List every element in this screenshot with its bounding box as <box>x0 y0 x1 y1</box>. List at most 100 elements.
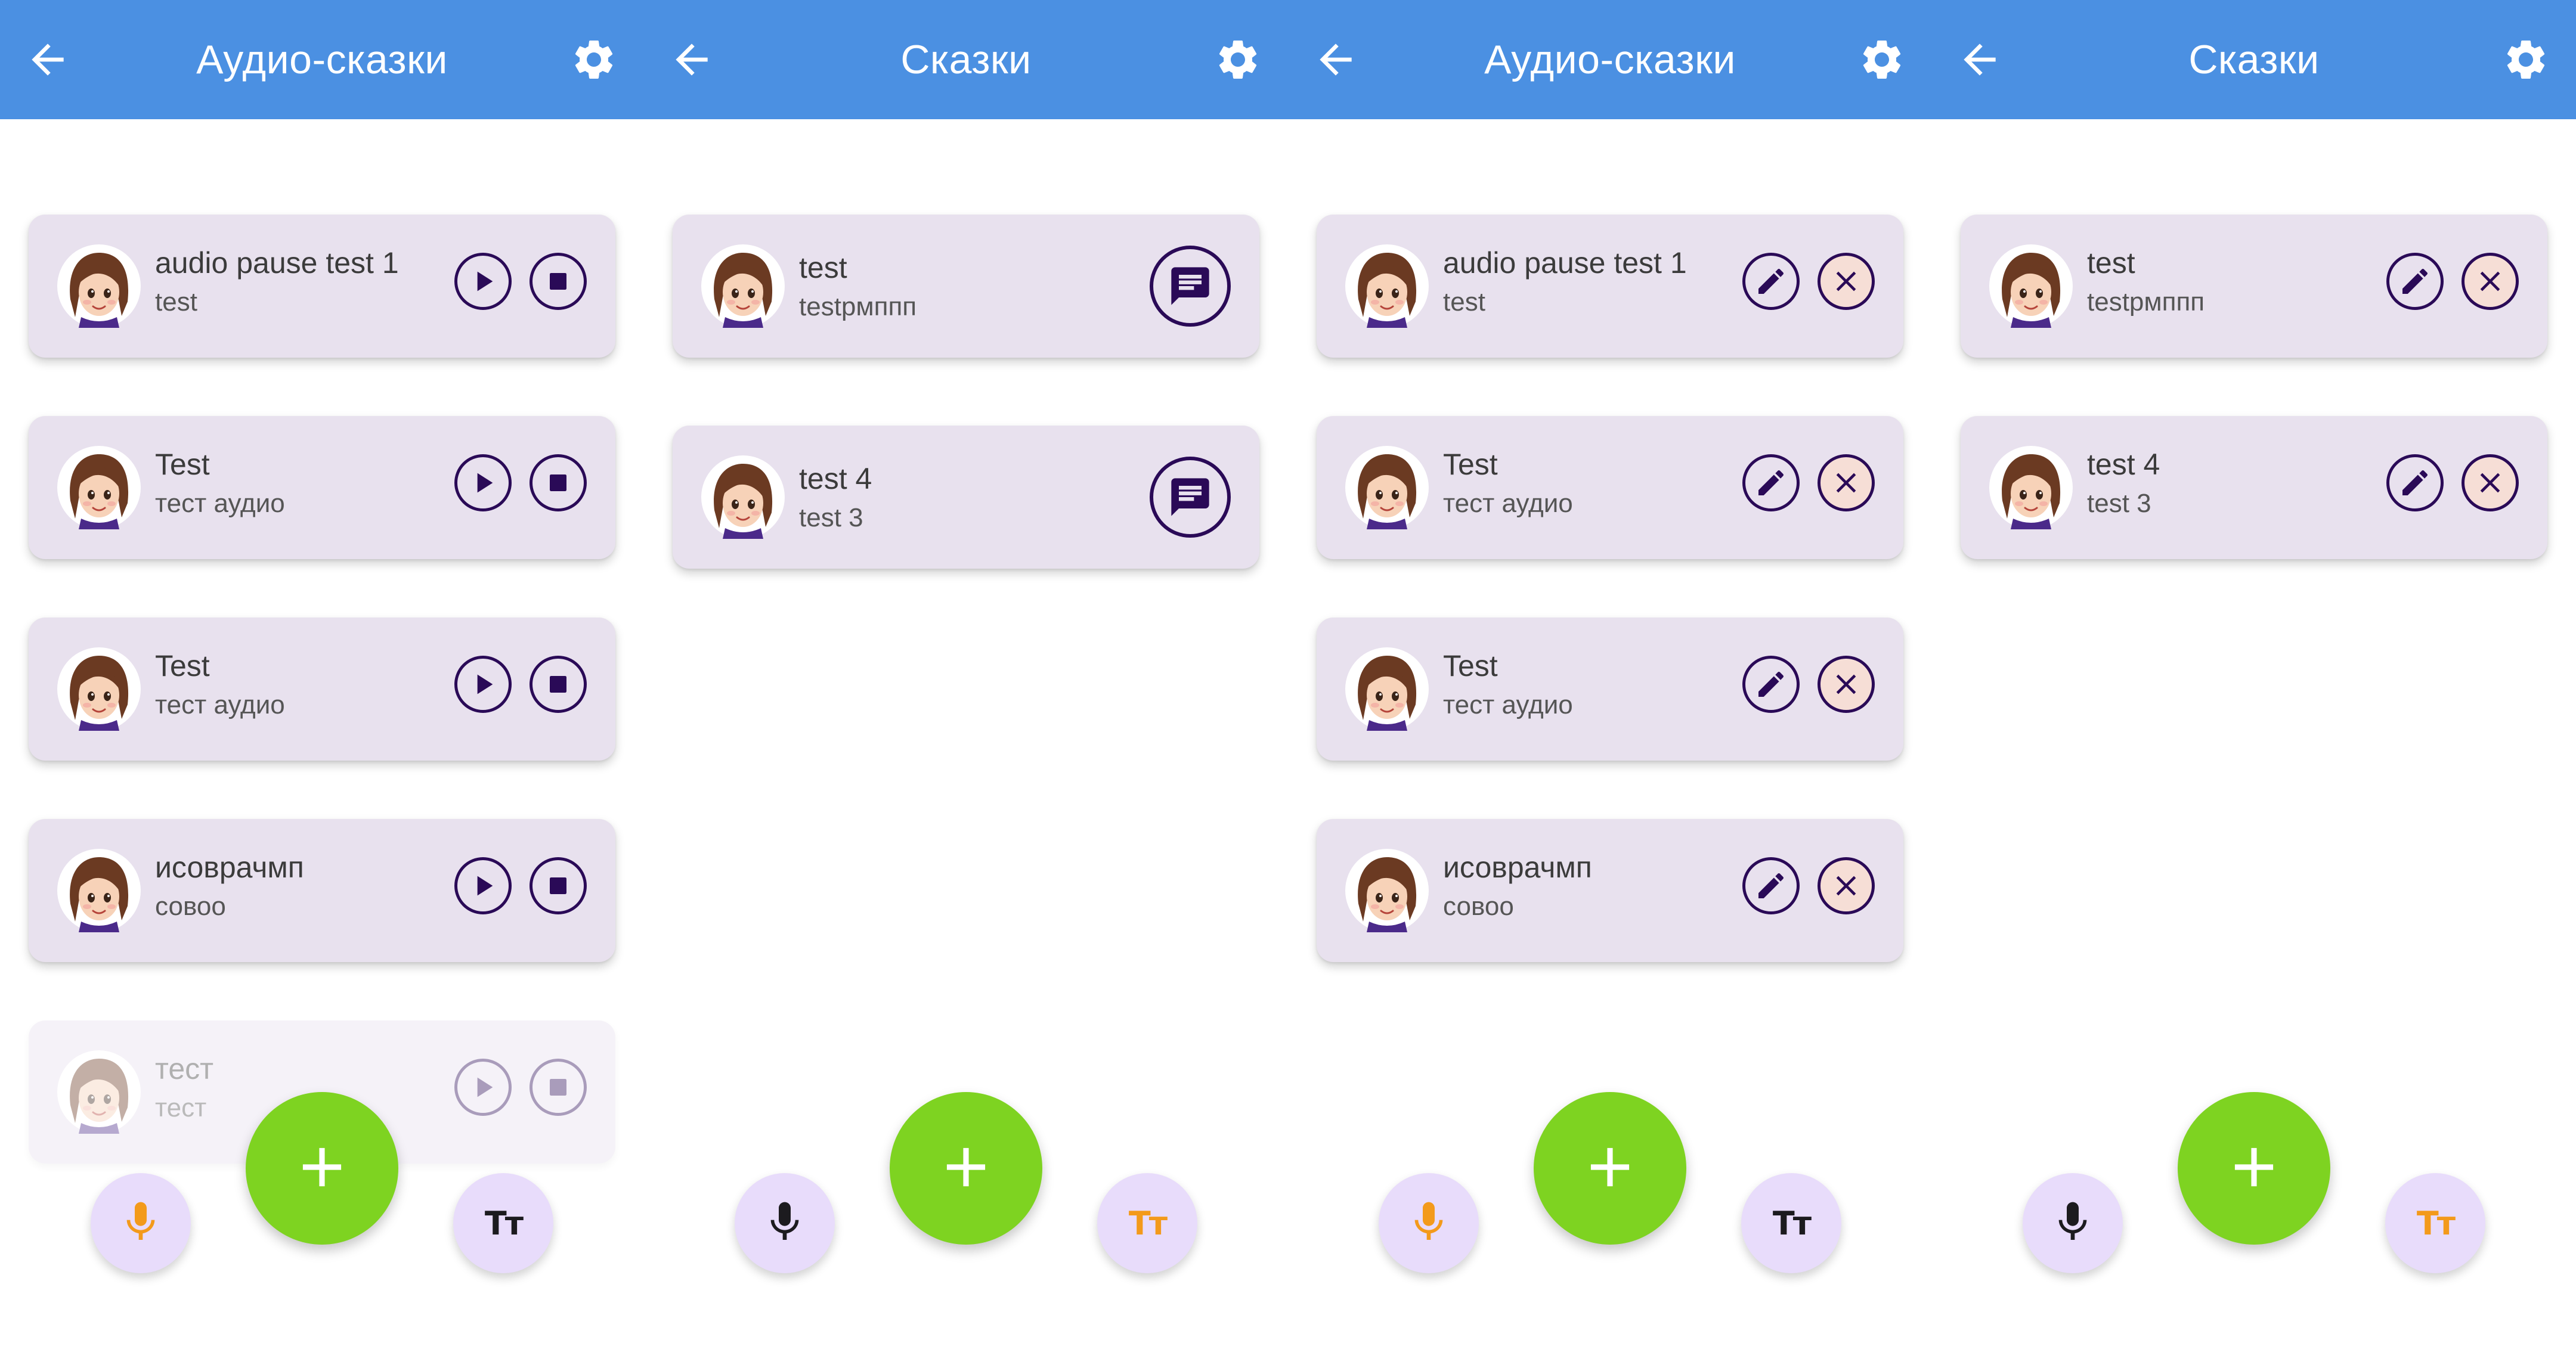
delete-button[interactable] <box>1818 454 1875 511</box>
edit-button[interactable] <box>2386 253 2444 310</box>
back-button[interactable] <box>1956 36 2004 83</box>
record-audio-button[interactable] <box>735 1173 835 1273</box>
edit-button[interactable] <box>2386 454 2444 511</box>
list-item[interactable]: исоврачмп совоо <box>1317 819 1903 962</box>
stop-button[interactable] <box>530 454 587 511</box>
item-title: исоврачмп <box>1443 851 1592 884</box>
item-title: audio pause test 1 <box>155 246 399 280</box>
item-texts: audio pause test 1 test <box>155 243 465 322</box>
record-audio-button[interactable] <box>91 1173 191 1273</box>
list-item[interactable]: Test тест аудио <box>1317 618 1903 761</box>
list-item[interactable]: исоврачмп совоо <box>29 819 615 962</box>
play-icon <box>466 1071 500 1104</box>
edit-button[interactable] <box>1742 857 1800 914</box>
item-texts: исоврачмп совоо <box>155 848 465 926</box>
edit-button[interactable] <box>1742 454 1800 511</box>
item-title: Test <box>1443 448 1498 481</box>
avatar <box>1345 849 1429 932</box>
item-title: Test <box>155 649 210 683</box>
stop-icon <box>541 265 575 298</box>
add-button[interactable] <box>246 1092 398 1245</box>
play-button[interactable] <box>454 253 512 310</box>
stop-button[interactable] <box>530 857 587 914</box>
stop-button[interactable] <box>530 656 587 713</box>
stop-button[interactable] <box>530 1059 587 1116</box>
settings-button[interactable] <box>1214 36 1262 83</box>
edit-button[interactable] <box>1742 253 1800 310</box>
item-texts: test testрмппп <box>799 248 1109 327</box>
item-actions <box>1742 857 1875 914</box>
item-texts: Test тест аудио <box>1443 445 1753 523</box>
plus-icon <box>289 1134 355 1203</box>
back-button[interactable] <box>24 36 72 83</box>
list-item[interactable]: test 4 test 3 <box>673 426 1259 569</box>
arrow-back-icon <box>668 36 716 83</box>
avatar <box>57 446 141 529</box>
item-subtitle: test 3 <box>799 503 863 532</box>
avatar <box>1345 244 1429 328</box>
item-subtitle: testрмппп <box>799 292 917 321</box>
list-item[interactable]: test testрмппп <box>673 215 1259 358</box>
play-button[interactable] <box>454 857 512 914</box>
play-button[interactable] <box>454 656 512 713</box>
list-item[interactable]: test testрмппп <box>1961 215 2547 358</box>
item-actions <box>1742 656 1875 713</box>
list-item[interactable]: test 4 test 3 <box>1961 416 2547 559</box>
girl-avatar-icon <box>1989 446 2073 529</box>
settings-button[interactable] <box>2502 36 2550 83</box>
close-icon <box>2473 466 2507 500</box>
girl-avatar-icon <box>57 244 141 328</box>
item-actions <box>1742 253 1875 310</box>
chat-icon <box>1168 474 1213 520</box>
list-item[interactable]: audio pause test 1 test <box>29 215 615 358</box>
page-title: Сказки <box>900 37 1032 82</box>
delete-button[interactable] <box>1818 253 1875 310</box>
text-story-button[interactable]: Tт <box>2385 1173 2485 1273</box>
list-item[interactable]: Test тест аудио <box>29 416 615 559</box>
girl-avatar-icon <box>57 647 141 731</box>
add-button[interactable] <box>2178 1092 2330 1245</box>
item-title: test <box>2087 246 2135 280</box>
add-button[interactable] <box>890 1092 1042 1245</box>
play-button[interactable] <box>454 454 512 511</box>
play-button[interactable] <box>454 1059 512 1116</box>
text-story-button[interactable]: Tт <box>1097 1173 1197 1273</box>
item-texts: test testрмппп <box>2087 243 2397 322</box>
list-item[interactable]: Test тест аудио <box>29 618 615 761</box>
delete-button[interactable] <box>2462 253 2519 310</box>
stop-button[interactable] <box>530 253 587 310</box>
app-bar: Аудио-сказки <box>0 0 644 119</box>
avatar <box>701 244 785 328</box>
girl-avatar-icon <box>1345 647 1429 731</box>
item-title: test <box>799 251 847 284</box>
text-story-button[interactable]: Tт <box>1741 1173 1841 1273</box>
arrow-back-icon <box>24 36 72 83</box>
close-icon <box>1829 466 1863 500</box>
edit-button[interactable] <box>1742 656 1800 713</box>
list-item[interactable]: audio pause test 1 test <box>1317 215 1903 358</box>
text-story-button[interactable]: Tт <box>453 1173 553 1273</box>
back-button[interactable] <box>1312 36 1360 83</box>
plus-icon <box>933 1134 999 1203</box>
record-audio-button[interactable] <box>2023 1173 2123 1273</box>
delete-button[interactable] <box>2462 454 2519 511</box>
settings-button[interactable] <box>1858 36 1906 83</box>
avatar <box>57 244 141 328</box>
stop-icon <box>541 466 575 500</box>
read-button[interactable] <box>1150 457 1231 538</box>
item-actions <box>1150 457 1231 538</box>
back-button[interactable] <box>668 36 716 83</box>
item-subtitle: test <box>1443 287 1485 317</box>
avatar <box>701 455 785 539</box>
settings-button[interactable] <box>570 36 618 83</box>
add-button[interactable] <box>1534 1092 1686 1245</box>
delete-button[interactable] <box>1818 857 1875 914</box>
item-texts: исоврачмп совоо <box>1443 848 1753 926</box>
screens-strip: Аудио-сказки audio pause test 1 test Test те… <box>0 0 2576 1371</box>
read-button[interactable] <box>1150 246 1231 327</box>
list-item[interactable]: Test тест аудио <box>1317 416 1903 559</box>
gear-icon <box>1214 36 1262 83</box>
item-subtitle: совоо <box>1443 892 1514 921</box>
delete-button[interactable] <box>1818 656 1875 713</box>
record-audio-button[interactable] <box>1379 1173 1479 1273</box>
